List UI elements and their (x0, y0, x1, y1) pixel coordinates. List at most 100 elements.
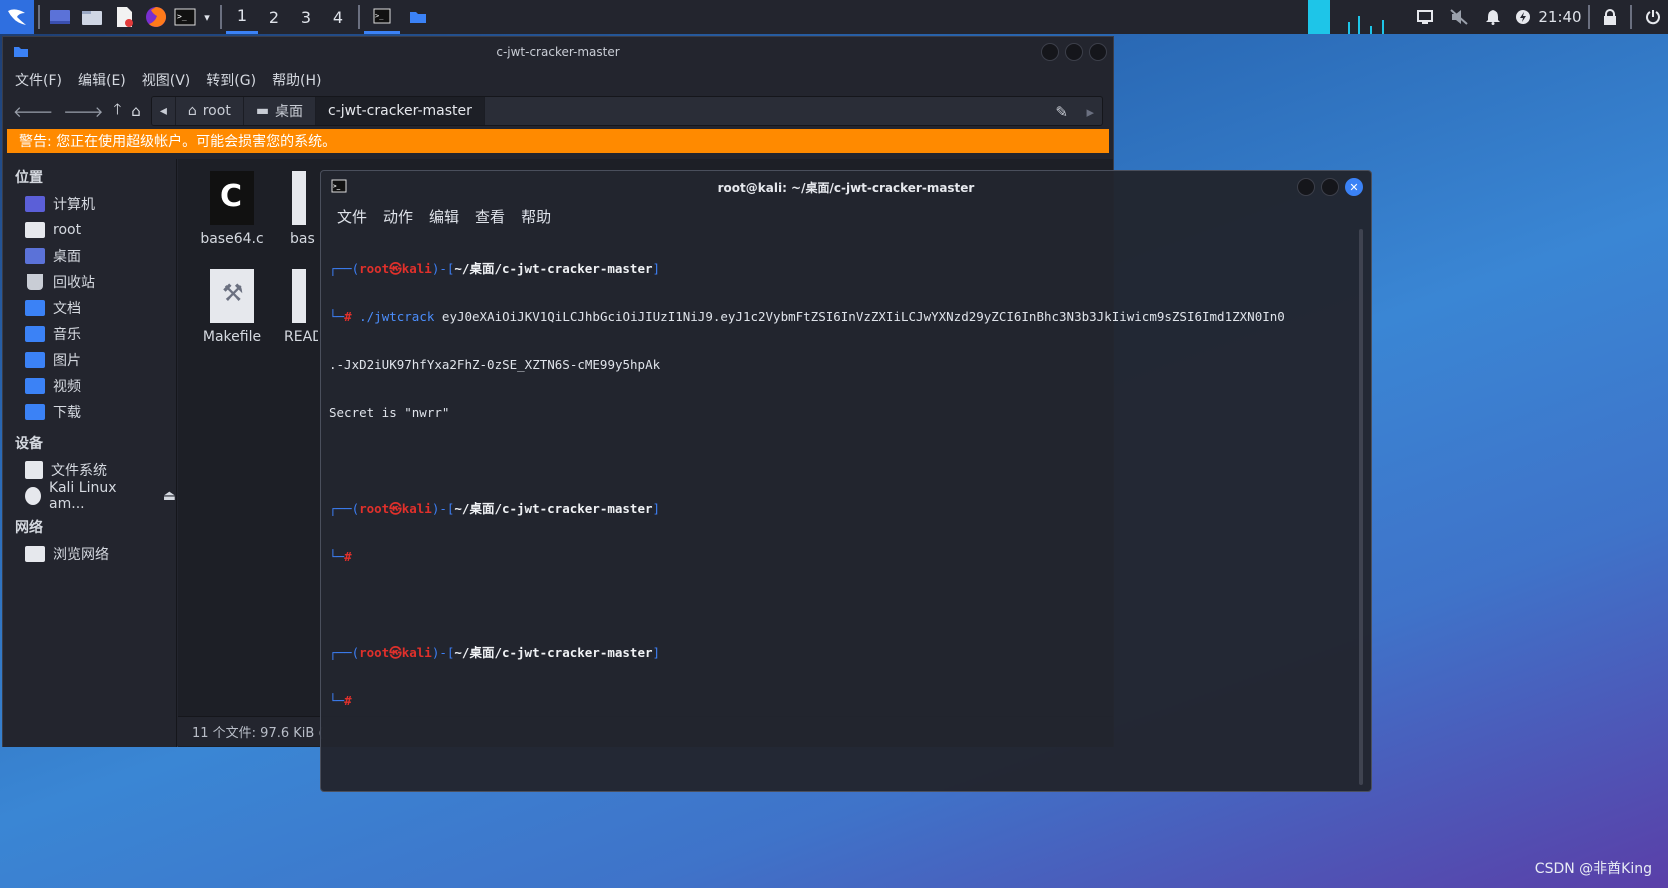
taskbar-terminal-window-icon[interactable]: >_ (364, 0, 400, 34)
svg-text:>_: >_ (333, 183, 341, 190)
menu-file[interactable]: 文件 (337, 206, 367, 227)
menu-edit[interactable]: 编辑 (429, 206, 459, 227)
sidebar-item-documents[interactable]: 文档 (3, 295, 176, 321)
sidebar-item-videos[interactable]: 视频 (3, 373, 176, 399)
file-name: base64.c (200, 231, 264, 247)
terminal-output[interactable]: ┌──(root㉿kali)-[~/桌面/c-jwt-cracker-maste… (329, 229, 1349, 783)
sidebar-item-label: 回收站 (53, 275, 95, 291)
separator (1588, 5, 1590, 29)
lock-screen-icon[interactable] (1594, 0, 1626, 34)
file-manager-launcher-icon[interactable] (76, 0, 108, 34)
sidebar: 位置 计算机 root 桌面 回收站 文档 音乐 图片 视频 下载 设备 文件系… (3, 159, 177, 747)
optical-disc-icon (25, 487, 42, 505)
cpu-graph-bar (1370, 26, 1372, 34)
file-manager-titlebar[interactable]: c-jwt-cracker-master (3, 37, 1113, 67)
volume-muted-icon[interactable] (1442, 0, 1476, 34)
command-line: └─# ./jwtcrack eyJ0eXAiOiJKV1QiLCJhbGciO… (329, 309, 1285, 324)
videos-folder-icon (25, 378, 45, 394)
command-line: └─# (329, 693, 352, 708)
sidebar-item-kali-disc[interactable]: Kali Linux am... ⏏ (3, 480, 176, 512)
breadcrumb-scroll-left-icon[interactable]: ◂ (151, 97, 176, 125)
show-desktop-icon[interactable] (44, 0, 76, 34)
sidebar-item-pictures[interactable]: 图片 (3, 347, 176, 373)
power-status-icon[interactable] (1510, 0, 1536, 34)
file-item[interactable]: READ (278, 269, 318, 345)
sidebar-item-label: 图片 (53, 353, 81, 369)
home-icon[interactable]: ⌂ (131, 102, 141, 120)
close-button[interactable] (1089, 43, 1107, 61)
window-title: root@kali: ~/桌面/c-jwt-cracker-master (717, 180, 975, 195)
terminal-scrollbar[interactable] (1359, 229, 1363, 785)
back-arrow-icon[interactable]: 🡐 (13, 102, 53, 121)
display-icon[interactable] (1408, 0, 1442, 34)
breadcrumb-current-folder[interactable]: c-jwt-cracker-master (316, 97, 485, 125)
file-icon (292, 171, 306, 225)
makefile-hammer-icon: ⚒ (210, 269, 254, 323)
cpu-graph-bar (1348, 22, 1350, 34)
file-manager-toolbar: 🡐 🡒 🡑 ⌂ ◂ ⌂ root ▬ 桌面 c-jwt-cracker-mast… (3, 93, 1113, 129)
up-arrow-icon[interactable]: 🡑 (113, 99, 121, 124)
terminal-launcher-icon[interactable]: >_ (172, 0, 198, 34)
prompt-line: ┌──(root㉿kali)-[~/桌面/c-jwt-cracker-maste… (329, 645, 661, 660)
maximize-button[interactable] (1065, 43, 1083, 61)
menu-view[interactable]: 查看 (475, 206, 505, 227)
music-folder-icon (25, 326, 45, 342)
maximize-button[interactable] (1321, 178, 1339, 196)
terminal-titlebar[interactable]: >_ root@kali: ~/桌面/c-jwt-cracker-master … (321, 171, 1371, 203)
menu-actions[interactable]: 动作 (383, 206, 413, 227)
trash-icon (27, 274, 43, 290)
menu-edit[interactable]: 编辑(E) (78, 70, 126, 90)
prompt-line: ┌──(root㉿kali)-[~/桌面/c-jwt-cracker-maste… (329, 501, 661, 516)
menu-view[interactable]: 视图(V) (142, 70, 191, 90)
firefox-icon[interactable] (140, 0, 172, 34)
sidebar-item-label: 浏览网络 (53, 547, 109, 563)
sidebar-item-computer[interactable]: 计算机 (3, 191, 176, 217)
breadcrumb-scroll-right-icon[interactable]: ▸ (1086, 103, 1094, 121)
documents-folder-icon (25, 300, 45, 316)
minimize-button[interactable] (1297, 178, 1315, 196)
file-item[interactable]: C base64.c (192, 171, 272, 247)
sidebar-item-label: 音乐 (53, 327, 81, 343)
menu-help[interactable]: 帮助 (521, 206, 551, 227)
taskbar-folder-window-icon[interactable] (400, 0, 436, 34)
file-item[interactable]: bas (278, 171, 318, 247)
workspace-4[interactable]: 4 (322, 0, 354, 34)
home-folder-icon (25, 222, 45, 238)
eject-icon[interactable]: ⏏ (163, 488, 176, 504)
sidebar-item-music[interactable]: 音乐 (3, 321, 176, 347)
root-warning-banner: 警告: 您正在使用超级帐户。可能会损害您的系统。 (7, 129, 1109, 153)
terminal-dropdown-chevron-down-icon[interactable]: ▾ (198, 0, 216, 34)
file-name: READ (284, 329, 318, 345)
menu-file[interactable]: 文件(F) (15, 70, 62, 90)
breadcrumb-desktop[interactable]: ▬ 桌面 (243, 97, 317, 125)
kali-menu-icon[interactable] (0, 0, 34, 34)
breadcrumb-root[interactable]: ⌂ root (175, 97, 244, 125)
forward-arrow-icon[interactable]: 🡒 (63, 102, 103, 121)
sidebar-item-trash[interactable]: 回收站 (3, 269, 176, 295)
sidebar-item-label: 桌面 (53, 249, 81, 265)
logout-icon[interactable] (1636, 0, 1668, 34)
sidebar-item-root[interactable]: root (3, 217, 176, 243)
text-editor-launcher-icon[interactable] (108, 0, 140, 34)
sidebar-item-browse-network[interactable]: 浏览网络 (3, 541, 176, 567)
workspace-2[interactable]: 2 (258, 0, 290, 34)
sidebar-item-label: 计算机 (53, 197, 95, 213)
minimize-button[interactable] (1041, 43, 1059, 61)
separator (220, 5, 222, 29)
sidebar-item-label: root (53, 222, 82, 238)
sidebar-item-desktop[interactable]: 桌面 (3, 243, 176, 269)
downloads-folder-icon (25, 404, 45, 420)
menu-go[interactable]: 转到(G) (206, 70, 256, 90)
workspace-3[interactable]: 3 (290, 0, 322, 34)
edit-path-pencil-icon[interactable]: ✎ (1055, 103, 1068, 121)
desktop-icon (25, 248, 45, 264)
file-item[interactable]: ⚒ Makefile (192, 269, 272, 345)
sidebar-header-devices: 设备 (15, 436, 43, 452)
close-button[interactable]: ✕ (1345, 178, 1363, 196)
notification-bell-icon[interactable] (1476, 0, 1510, 34)
sidebar-item-downloads[interactable]: 下载 (3, 399, 176, 425)
menu-help[interactable]: 帮助(H) (272, 70, 321, 90)
terminal-menubar: 文件 动作 编辑 查看 帮助 (321, 203, 1371, 229)
workspace-1[interactable]: 1 (226, 0, 258, 34)
clock[interactable]: 21:40 (1536, 0, 1584, 34)
